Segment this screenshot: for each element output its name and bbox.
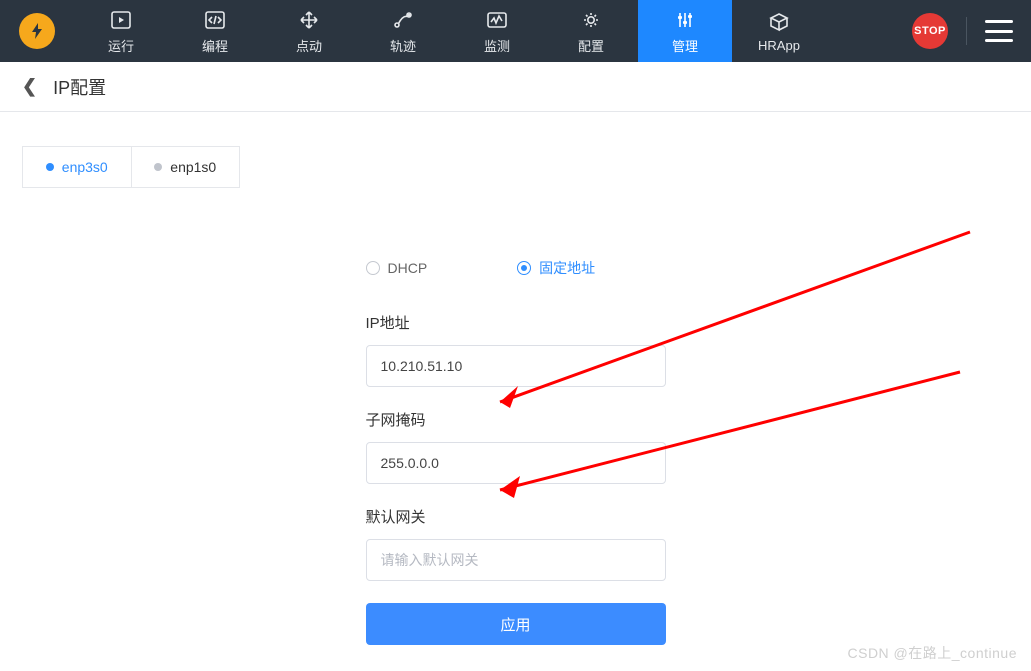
path-icon (391, 9, 415, 31)
tab-label: enp3s0 (62, 159, 108, 175)
nav-label: 配置 (578, 36, 604, 55)
nav-label: 编程 (202, 36, 228, 55)
play-icon (109, 9, 133, 31)
gear-icon (579, 9, 603, 31)
app-logo (0, 0, 74, 62)
radio-icon (366, 261, 380, 275)
topbar-right: STOP (912, 0, 1031, 62)
tab-enp1s0[interactable]: enp1s0 (131, 147, 240, 187)
menu-button[interactable] (985, 20, 1013, 42)
gateway-input[interactable] (366, 539, 666, 581)
top-nav: 运行 编程 点动 轨迹 监测 配置 管理 HRApp (0, 0, 1031, 62)
nav-config[interactable]: 配置 (544, 0, 638, 62)
nav-monitor[interactable]: 监测 (450, 0, 544, 62)
stop-button[interactable]: STOP (912, 13, 948, 49)
code-icon (203, 9, 227, 31)
move-icon (297, 9, 321, 31)
ip-input[interactable] (366, 345, 666, 387)
divider (966, 17, 967, 45)
tab-enp3s0[interactable]: enp3s0 (23, 147, 131, 187)
nav-label: 管理 (672, 36, 698, 55)
nav-label: HRApp (758, 38, 800, 53)
nav-hrapp[interactable]: HRApp (732, 0, 826, 62)
tab-label: enp1s0 (170, 159, 216, 175)
gateway-label: 默认网关 (366, 506, 666, 527)
interface-tabs: enp3s0 enp1s0 (22, 146, 240, 188)
watermark: CSDN @在路上_continue (848, 643, 1018, 663)
nav-label: 运行 (108, 36, 134, 55)
nav-run[interactable]: 运行 (74, 0, 168, 62)
radio-dhcp[interactable]: DHCP (366, 260, 428, 276)
monitor-icon (485, 9, 509, 31)
ip-form: DHCP 固定地址 IP地址 子网掩码 默认网关 应用 (366, 258, 666, 645)
radio-label: DHCP (388, 260, 428, 276)
nav-label: 轨迹 (390, 36, 416, 55)
lightning-icon (27, 21, 47, 41)
page-header: ❮ IP配置 (0, 62, 1031, 112)
nav-label: 点动 (296, 36, 322, 55)
nav-jog[interactable]: 点动 (262, 0, 356, 62)
nav-manage[interactable]: 管理 (638, 0, 732, 62)
nav-program[interactable]: 编程 (168, 0, 262, 62)
nav-trajectory[interactable]: 轨迹 (356, 0, 450, 62)
ip-label: IP地址 (366, 312, 666, 333)
logo-badge (19, 13, 55, 49)
radio-static[interactable]: 固定地址 (517, 258, 595, 278)
mask-label: 子网掩码 (366, 409, 666, 430)
radio-label: 固定地址 (539, 258, 595, 278)
content-area: enp3s0 enp1s0 DHCP 固定地址 IP地址 子网掩码 默认网关 应… (0, 112, 1031, 671)
mask-input[interactable] (366, 442, 666, 484)
status-dot-icon (154, 163, 162, 171)
back-button[interactable]: ❮ (22, 76, 37, 97)
cube-icon (767, 11, 791, 33)
nav-label: 监测 (484, 36, 510, 55)
apply-button[interactable]: 应用 (366, 603, 666, 645)
ip-mode-radios: DHCP 固定地址 (366, 258, 666, 278)
status-dot-icon (46, 163, 54, 171)
sliders-icon (673, 9, 697, 31)
radio-icon (517, 261, 531, 275)
page-title: IP配置 (53, 74, 106, 100)
nav-items: 运行 编程 点动 轨迹 监测 配置 管理 HRApp (74, 0, 826, 62)
